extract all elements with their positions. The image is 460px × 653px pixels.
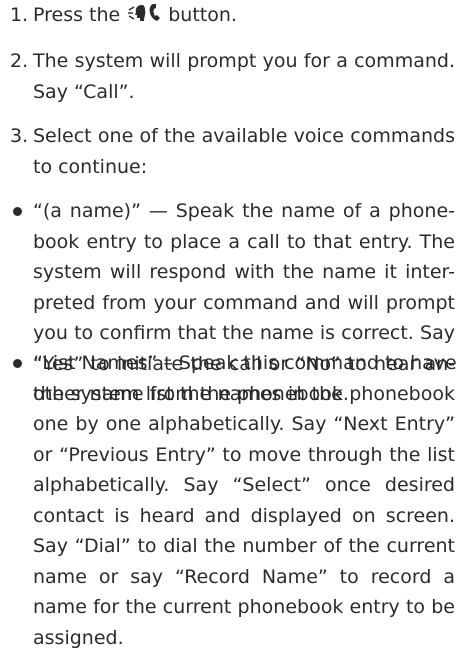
step-text: Press the button. bbox=[33, 0, 455, 33]
text-line: contact is heard and displayed on screen… bbox=[33, 501, 455, 532]
text-line: system will respond with the name it int… bbox=[33, 257, 455, 288]
text-line: Say “Call”. bbox=[33, 77, 455, 108]
bullet-text: “List Names” – Speak this command to hav… bbox=[33, 348, 455, 653]
step-text: The system will prompt you for a command… bbox=[33, 46, 455, 107]
text-line: the system list the names in the phonebo… bbox=[33, 379, 455, 410]
voice-phone-icon bbox=[126, 1, 164, 33]
step-1-text-before: Press the bbox=[33, 4, 120, 26]
text-line: name for the current phonebook entry to … bbox=[33, 592, 455, 623]
step-text: Select one of the available voice comman… bbox=[33, 121, 455, 182]
text-line: one by one alphabetically. Say “Next Ent… bbox=[33, 409, 455, 440]
text-line: book entry to place a call to that entry… bbox=[33, 227, 455, 258]
text-line: The system will prompt you for a command… bbox=[33, 46, 455, 77]
text-line: you to confirm that the name is correct.… bbox=[33, 318, 455, 349]
step-number: 1. bbox=[10, 0, 28, 31]
step-number: 2. bbox=[10, 46, 28, 77]
step-1-text-after: button. bbox=[168, 4, 237, 26]
text-line: or “Previous Entry” to move through the … bbox=[33, 440, 455, 471]
text-line: to continue: bbox=[33, 152, 455, 183]
bullet-marker bbox=[13, 207, 22, 216]
text-line: alphabetically. Say “Select” once desire… bbox=[33, 470, 455, 501]
step-number: 3. bbox=[10, 121, 28, 152]
text-line: name or say “Record Name” to record a bbox=[33, 562, 455, 593]
text-line: Say “Dial” to dial the number of the cur… bbox=[33, 531, 455, 562]
instruction-page: 1. Press the button. 2. The system will … bbox=[0, 0, 460, 647]
bullet-marker bbox=[13, 359, 22, 368]
text-line: Select one of the available voice comman… bbox=[33, 121, 455, 152]
text-line: preted from your command and will prompt bbox=[33, 288, 455, 319]
text-line: “(a name)” — Speak the name of a phone- bbox=[33, 196, 455, 227]
text-line: “List Names” – Speak this command to hav… bbox=[33, 348, 455, 379]
text-line: assigned. bbox=[33, 623, 455, 653]
